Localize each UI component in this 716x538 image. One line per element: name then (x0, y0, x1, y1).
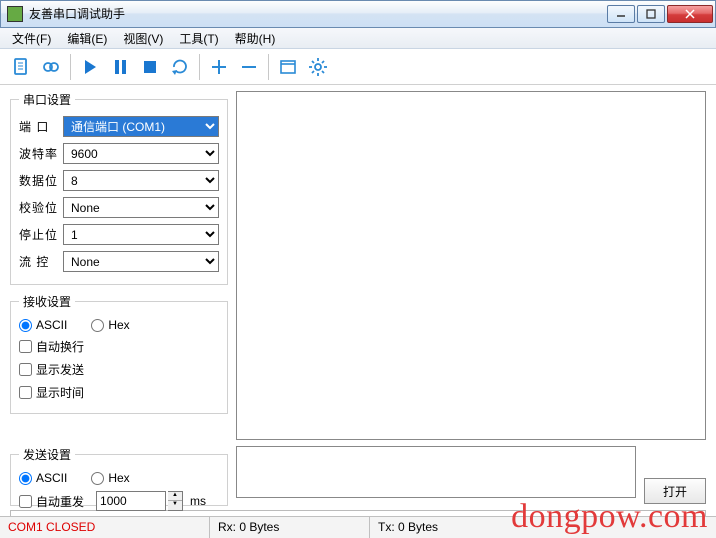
send-textarea[interactable] (236, 446, 636, 498)
new-file-icon[interactable] (6, 52, 36, 82)
play-icon[interactable] (75, 52, 105, 82)
send-settings-group: 发送设置 ASCII Hex 自动重发 ▲▼ ms (10, 446, 228, 506)
port-select[interactable]: 通信端口 (COM1) (63, 116, 219, 137)
receive-textarea[interactable] (236, 91, 706, 440)
send-hex-radio[interactable]: Hex (91, 471, 129, 485)
recv-settings-group: 接收设置 ASCII Hex 自动换行 显示发送 显示时间 (10, 293, 228, 414)
menu-tools[interactable]: 工具(T) (171, 28, 226, 49)
show-time-label: 显示时间 (36, 384, 84, 401)
databits-select[interactable]: 8 (63, 170, 219, 191)
status-port: COM1 CLOSED (0, 517, 210, 538)
gear-icon[interactable] (303, 52, 333, 82)
send-legend: 发送设置 (19, 446, 75, 463)
send-ascii-radio[interactable]: ASCII (19, 471, 67, 485)
close-button[interactable] (667, 5, 713, 23)
port-label: 端 口 (19, 118, 63, 135)
menu-view[interactable]: 视图(V) (115, 28, 171, 49)
show-time-checkbox[interactable] (19, 386, 32, 399)
serial-settings-group: 串口设置 端 口通信端口 (COM1) 波特率9600 数据位8 校验位None… (10, 91, 228, 285)
baud-select[interactable]: 9600 (63, 143, 219, 164)
ms-label: ms (190, 494, 206, 508)
statusbar: COM1 CLOSED Rx: 0 Bytes Tx: 0 Bytes (0, 516, 716, 538)
window-title: 友善串口调试助手 (29, 0, 607, 28)
flow-select[interactable]: None (63, 251, 219, 272)
minus-icon[interactable] (234, 52, 264, 82)
interval-spinner[interactable]: ▲▼ (168, 491, 183, 511)
parity-label: 校验位 (19, 199, 63, 216)
stopbits-select[interactable]: 1 (63, 224, 219, 245)
parity-select[interactable]: None (63, 197, 219, 218)
toolbar (0, 49, 716, 85)
menu-edit[interactable]: 编辑(E) (59, 28, 115, 49)
stopbits-label: 停止位 (19, 226, 63, 243)
auto-resend-checkbox[interactable] (19, 495, 32, 508)
menu-file[interactable]: 文件(F) (4, 28, 59, 49)
serial-legend: 串口设置 (19, 91, 75, 108)
show-send-checkbox[interactable] (19, 363, 32, 376)
flow-label: 流 控 (19, 253, 63, 270)
show-send-label: 显示发送 (36, 361, 84, 378)
status-tx: Tx: 0 Bytes (370, 517, 716, 538)
wrap-checkbox[interactable] (19, 340, 32, 353)
maximize-button[interactable] (637, 5, 665, 23)
open-button[interactable]: 打开 (644, 478, 706, 504)
stop-icon[interactable] (135, 52, 165, 82)
pause-icon[interactable] (105, 52, 135, 82)
recv-legend: 接收设置 (19, 293, 75, 310)
window-icon[interactable] (273, 52, 303, 82)
titlebar: 友善串口调试助手 (0, 0, 716, 28)
menu-help[interactable]: 帮助(H) (227, 28, 284, 49)
recv-hex-radio[interactable]: Hex (91, 318, 129, 332)
recv-ascii-radio[interactable]: ASCII (19, 318, 67, 332)
interval-input[interactable] (96, 491, 166, 511)
auto-resend-label: 自动重发 (36, 493, 84, 510)
app-icon (7, 6, 23, 22)
minimize-button[interactable] (607, 5, 635, 23)
databits-label: 数据位 (19, 172, 63, 189)
plus-icon[interactable] (204, 52, 234, 82)
status-rx: Rx: 0 Bytes (210, 517, 370, 538)
refresh-icon[interactable] (165, 52, 195, 82)
record-icon[interactable] (36, 52, 66, 82)
wrap-label: 自动换行 (36, 338, 84, 355)
baud-label: 波特率 (19, 145, 63, 162)
menubar: 文件(F) 编辑(E) 视图(V) 工具(T) 帮助(H) (0, 28, 716, 49)
